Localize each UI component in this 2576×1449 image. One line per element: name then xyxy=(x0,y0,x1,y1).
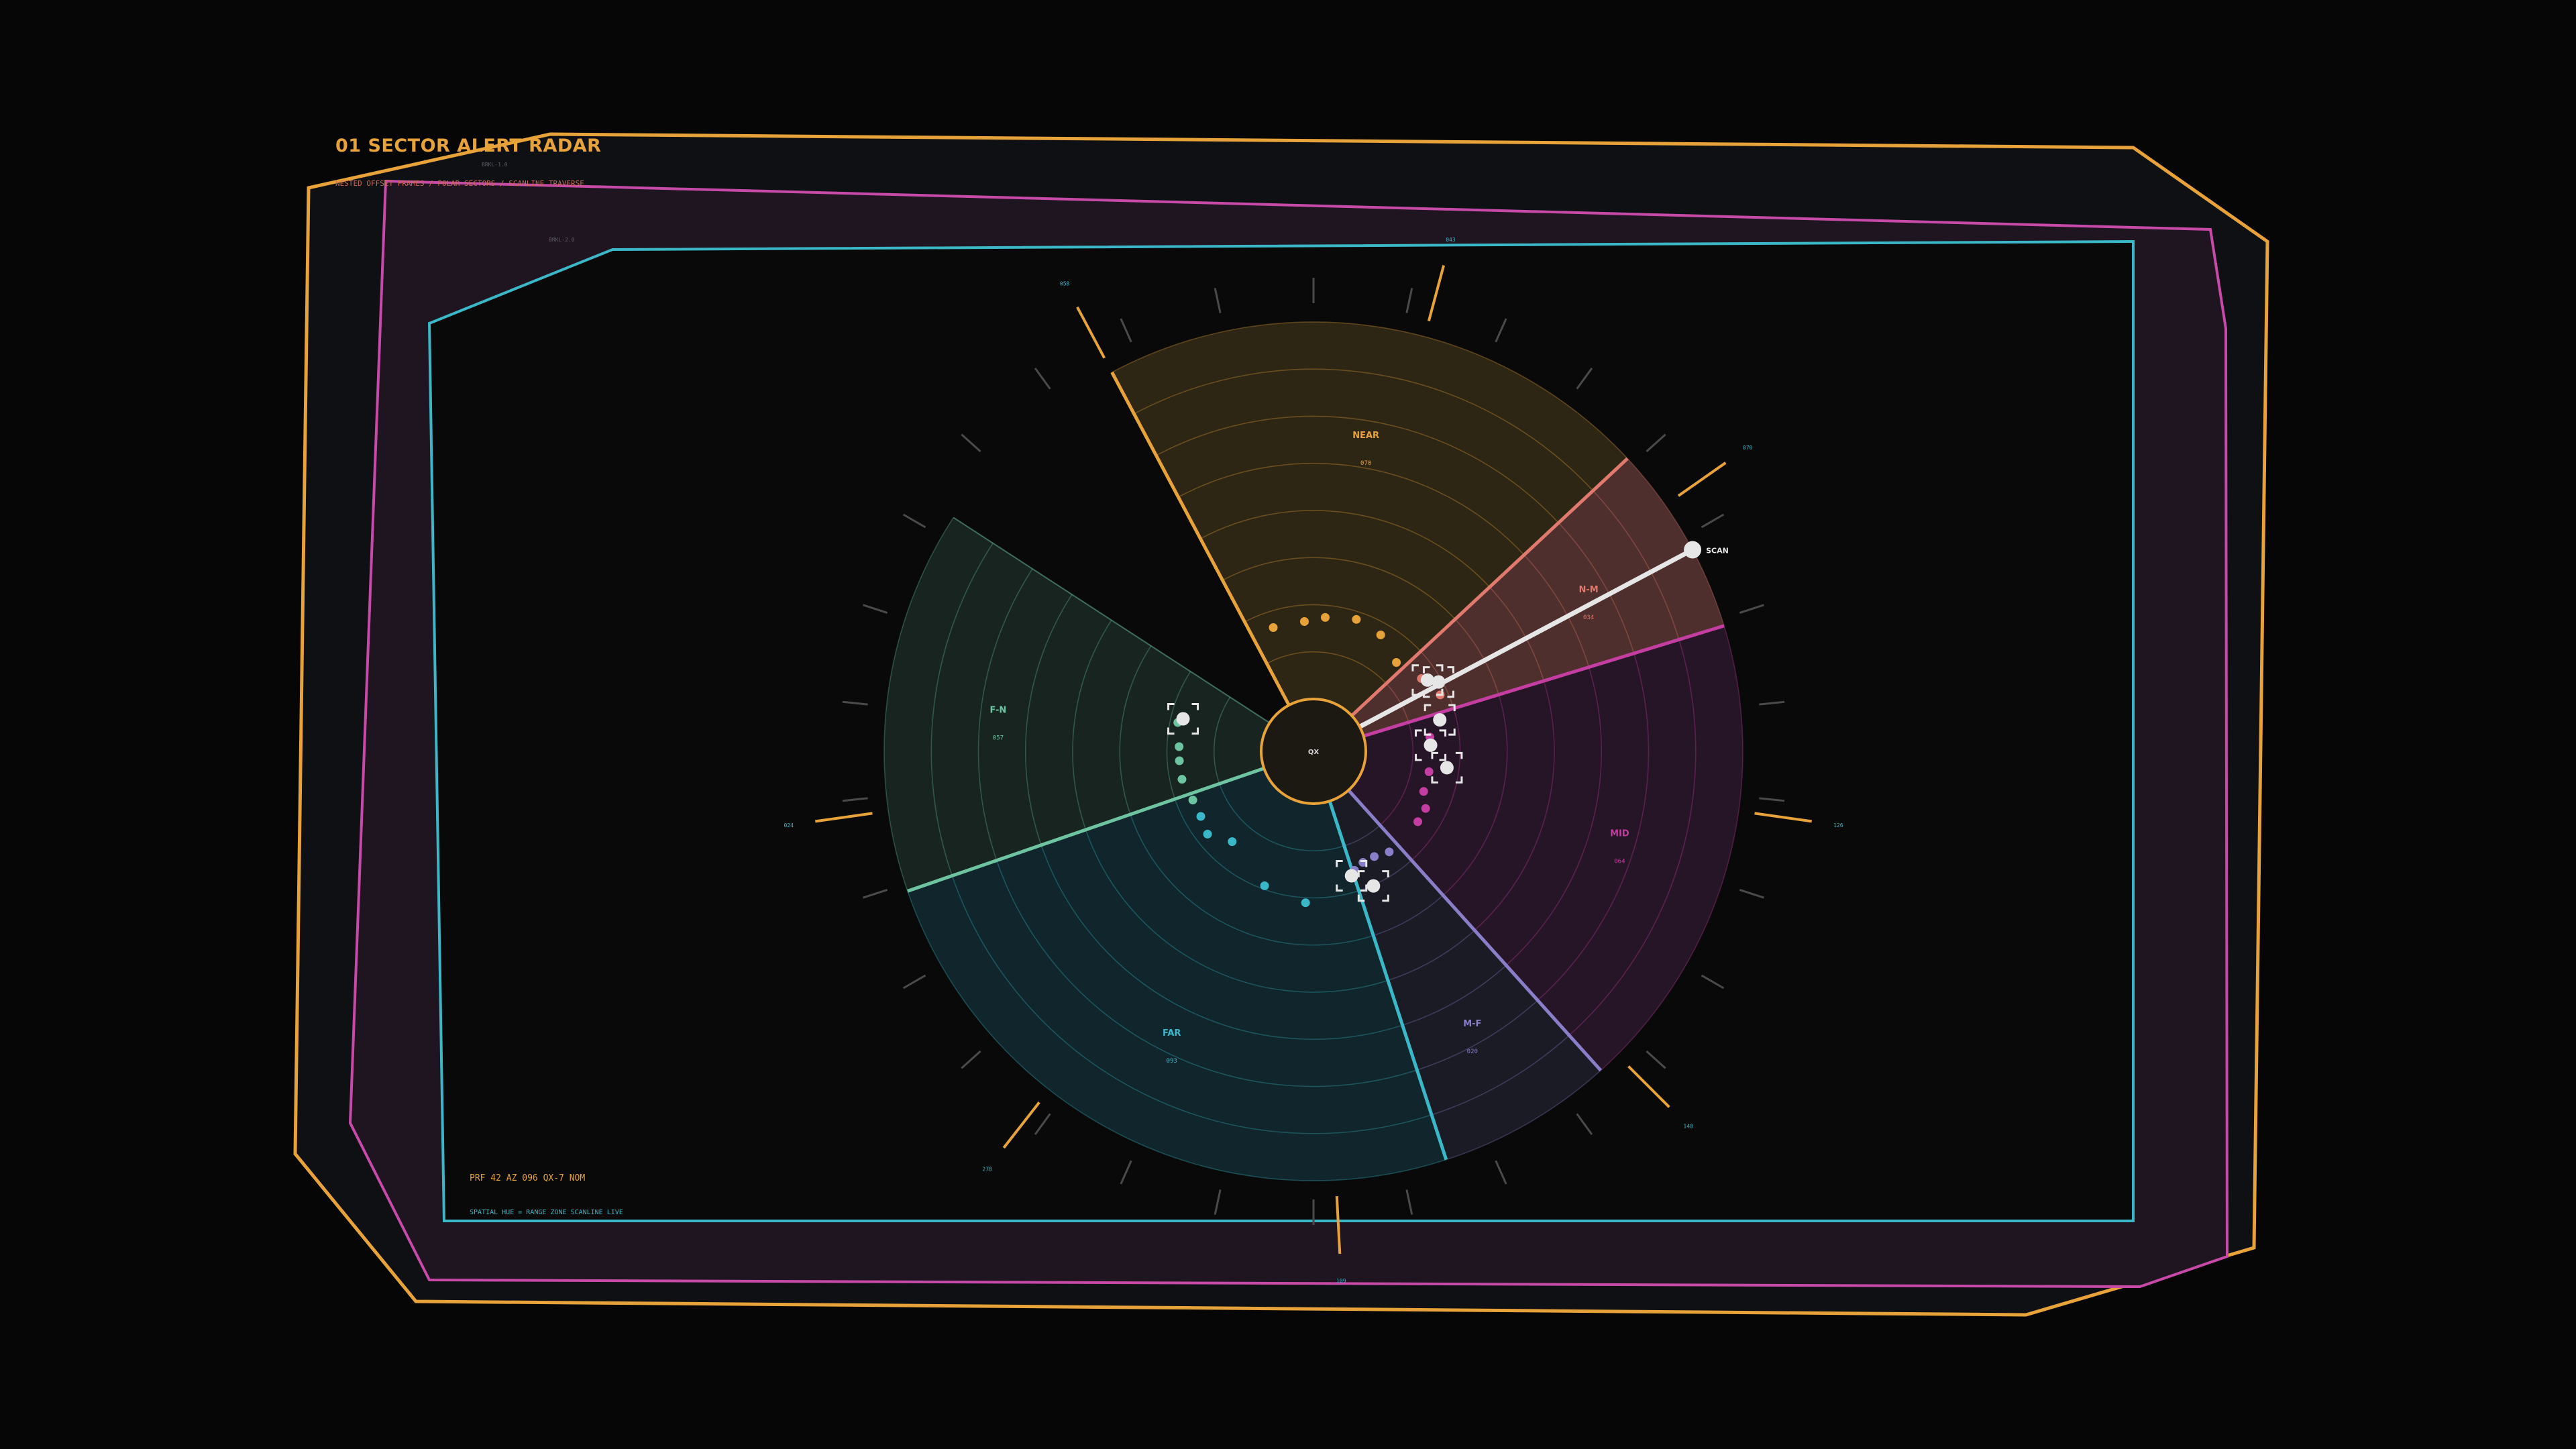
sector-label: F-N xyxy=(990,705,1007,715)
contact-blip xyxy=(1301,898,1310,908)
bearing-label: 058 xyxy=(1060,280,1070,286)
bearing-label: 043 xyxy=(1446,237,1456,243)
bearing-label: 070 xyxy=(1743,445,1753,451)
contact-blip xyxy=(1421,804,1430,813)
contact-blip xyxy=(1352,614,1361,624)
lock-dot xyxy=(1433,713,1447,727)
sector-value: 070 xyxy=(1360,460,1371,467)
contact-blip xyxy=(1376,630,1385,639)
contact-blip xyxy=(1419,787,1428,796)
sector-label: N-M xyxy=(1579,585,1599,595)
lock-dot xyxy=(1432,675,1446,689)
core-label: QX xyxy=(1308,749,1320,756)
bearing-label: 126 xyxy=(1833,822,1843,828)
contact-blip xyxy=(1370,852,1379,861)
sector-value: 093 xyxy=(1167,1058,1177,1065)
sector-value: 034 xyxy=(1583,614,1594,621)
contact-blip xyxy=(1260,881,1269,890)
lock-dot xyxy=(1366,879,1381,893)
frame-tag-middle: BRKL-2.0 xyxy=(549,237,575,243)
sector-value: 057 xyxy=(993,735,1004,741)
bearing-label: 278 xyxy=(982,1167,992,1173)
scanline-label: SCAN xyxy=(1706,547,1729,555)
legend-line: SPATIAL HUE = RANGE ZONE SCANLINE LIVE xyxy=(470,1209,623,1216)
contact-blip xyxy=(1175,742,1184,751)
lock-dot xyxy=(1344,869,1358,883)
contact-blip xyxy=(1188,796,1197,805)
sector-label: NEAR xyxy=(1352,431,1379,441)
contact-blip xyxy=(1320,612,1330,622)
radar-stage: 01 SECTOR ALERT RADAR NESTED OFFSET FRAM… xyxy=(293,132,2269,1317)
contact-blip xyxy=(1196,812,1205,821)
sector-label: MID xyxy=(1610,829,1629,839)
lock-dot xyxy=(1424,738,1438,752)
sector-label: M-F xyxy=(1463,1019,1481,1029)
sector-label: FAR xyxy=(1163,1028,1181,1038)
sector-value: 020 xyxy=(1467,1049,1478,1055)
bearing-label: 024 xyxy=(784,822,794,828)
page-subtitle: NESTED OFFSET FRAMES / POLAR SECTORS / S… xyxy=(335,179,584,188)
lock-dot xyxy=(1440,761,1454,775)
contact-blip xyxy=(1392,657,1401,667)
contact-blip xyxy=(1228,837,1237,847)
bearing-label: 109 xyxy=(1336,1278,1346,1284)
contact-blip xyxy=(1175,756,1184,765)
status-line: PRF 42 AZ 096 QX-7 NOM xyxy=(470,1173,585,1183)
page-title: 01 SECTOR ALERT RADAR xyxy=(335,136,601,156)
scanline-head xyxy=(1684,541,1702,559)
contact-blip xyxy=(1177,775,1187,784)
contact-blip xyxy=(1424,767,1434,776)
contact-blip xyxy=(1203,829,1212,839)
contact-blip xyxy=(1413,817,1423,826)
contact-blip xyxy=(1269,623,1278,632)
contact-blip xyxy=(1299,616,1309,626)
sector-value: 064 xyxy=(1614,859,1625,865)
frame-tag-outer: BRKL-1.0 xyxy=(482,162,508,168)
bearing-label: 148 xyxy=(1683,1124,1693,1130)
lock-dot xyxy=(1176,712,1190,726)
contact-blip xyxy=(1385,847,1394,857)
